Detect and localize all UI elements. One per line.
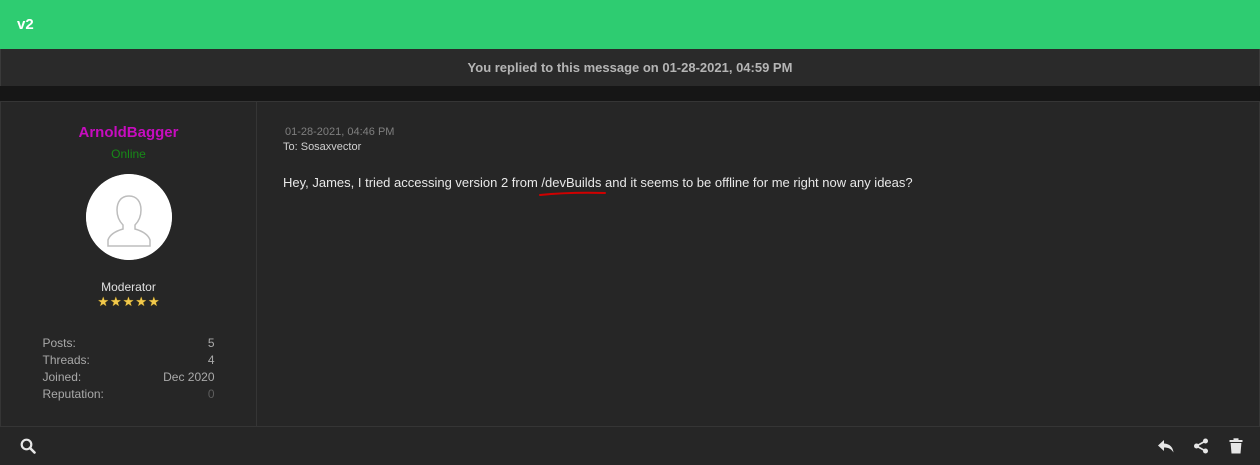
reply-icon[interactable] [1157,437,1175,455]
stat-joined: Joined: Dec 2020 [43,369,215,386]
author-role: Moderator [101,280,156,294]
thread-header: v2 [0,0,1260,49]
author-online-status: Online [111,147,146,161]
stat-value: 5 [207,336,215,350]
stat-label: Joined: [42,370,82,384]
red-underline-annotation [539,191,607,196]
star-icon: ★ [135,294,147,309]
star-icon: ★ [147,294,160,309]
stat-threads: Threads: 4 [43,352,215,369]
highlighted-path-text: /devBuilds [541,175,602,190]
message-content: 01-28-2021, 04:46 PM To: Sosaxvector Hey… [257,102,1259,426]
author-username[interactable]: ArnoldBagger [78,124,178,141]
avatar[interactable] [85,174,172,260]
stat-value[interactable]: 0 [208,386,215,403]
star-icon: ★ [122,294,135,309]
stat-label: Posts: [42,336,76,350]
stat-reputation: Reputation: 0 [43,386,215,403]
share-icon[interactable] [1192,437,1210,455]
star-icon: ★ [110,294,122,309]
message-recipient: To: Sosaxvector [283,141,362,153]
stat-value: Dec 2020 [163,370,215,384]
trash-icon[interactable] [1227,437,1245,455]
message-text-after: and it seems to be offline for me right … [601,175,913,190]
thread-title: v2 [17,16,34,33]
stat-label: Reputation: [42,387,104,401]
reply-notice: You replied to this message on 01-28-202… [0,49,1260,86]
highlighted-path: /devBuilds [539,175,607,196]
post-action-icons [1157,437,1245,455]
reply-notice-text: You replied to this message on 01-28-202… [467,60,793,75]
star-icon: ★ [97,294,110,309]
private-message-page: v2 You replied to this message on 01-28-… [0,0,1260,465]
message-date: 01-28-2021, 04:46 PM [285,126,395,138]
section-gap [0,86,1260,101]
message-body: Hey, James, I tried accessing version 2 … [283,175,1259,196]
message-post: ArnoldBagger Online Moderator ★ ★ ★ ★ ★ … [0,101,1260,426]
search-icon[interactable] [19,437,37,455]
message-text-before: Hey, James, I tried accessing version 2 … [283,175,542,190]
author-panel: ArnoldBagger Online Moderator ★ ★ ★ ★ ★ … [1,102,257,426]
stat-value: 4 [207,353,215,367]
post-actions-bar [0,426,1260,465]
author-stats: Posts: 5 Threads: 4 Joined: Dec 2020 Rep… [43,335,215,403]
stat-posts: Posts: 5 [43,335,215,352]
stat-label: Threads: [42,353,90,367]
rank-stars: ★ ★ ★ ★ ★ [97,295,159,309]
default-user-avatar-icon [85,174,172,260]
